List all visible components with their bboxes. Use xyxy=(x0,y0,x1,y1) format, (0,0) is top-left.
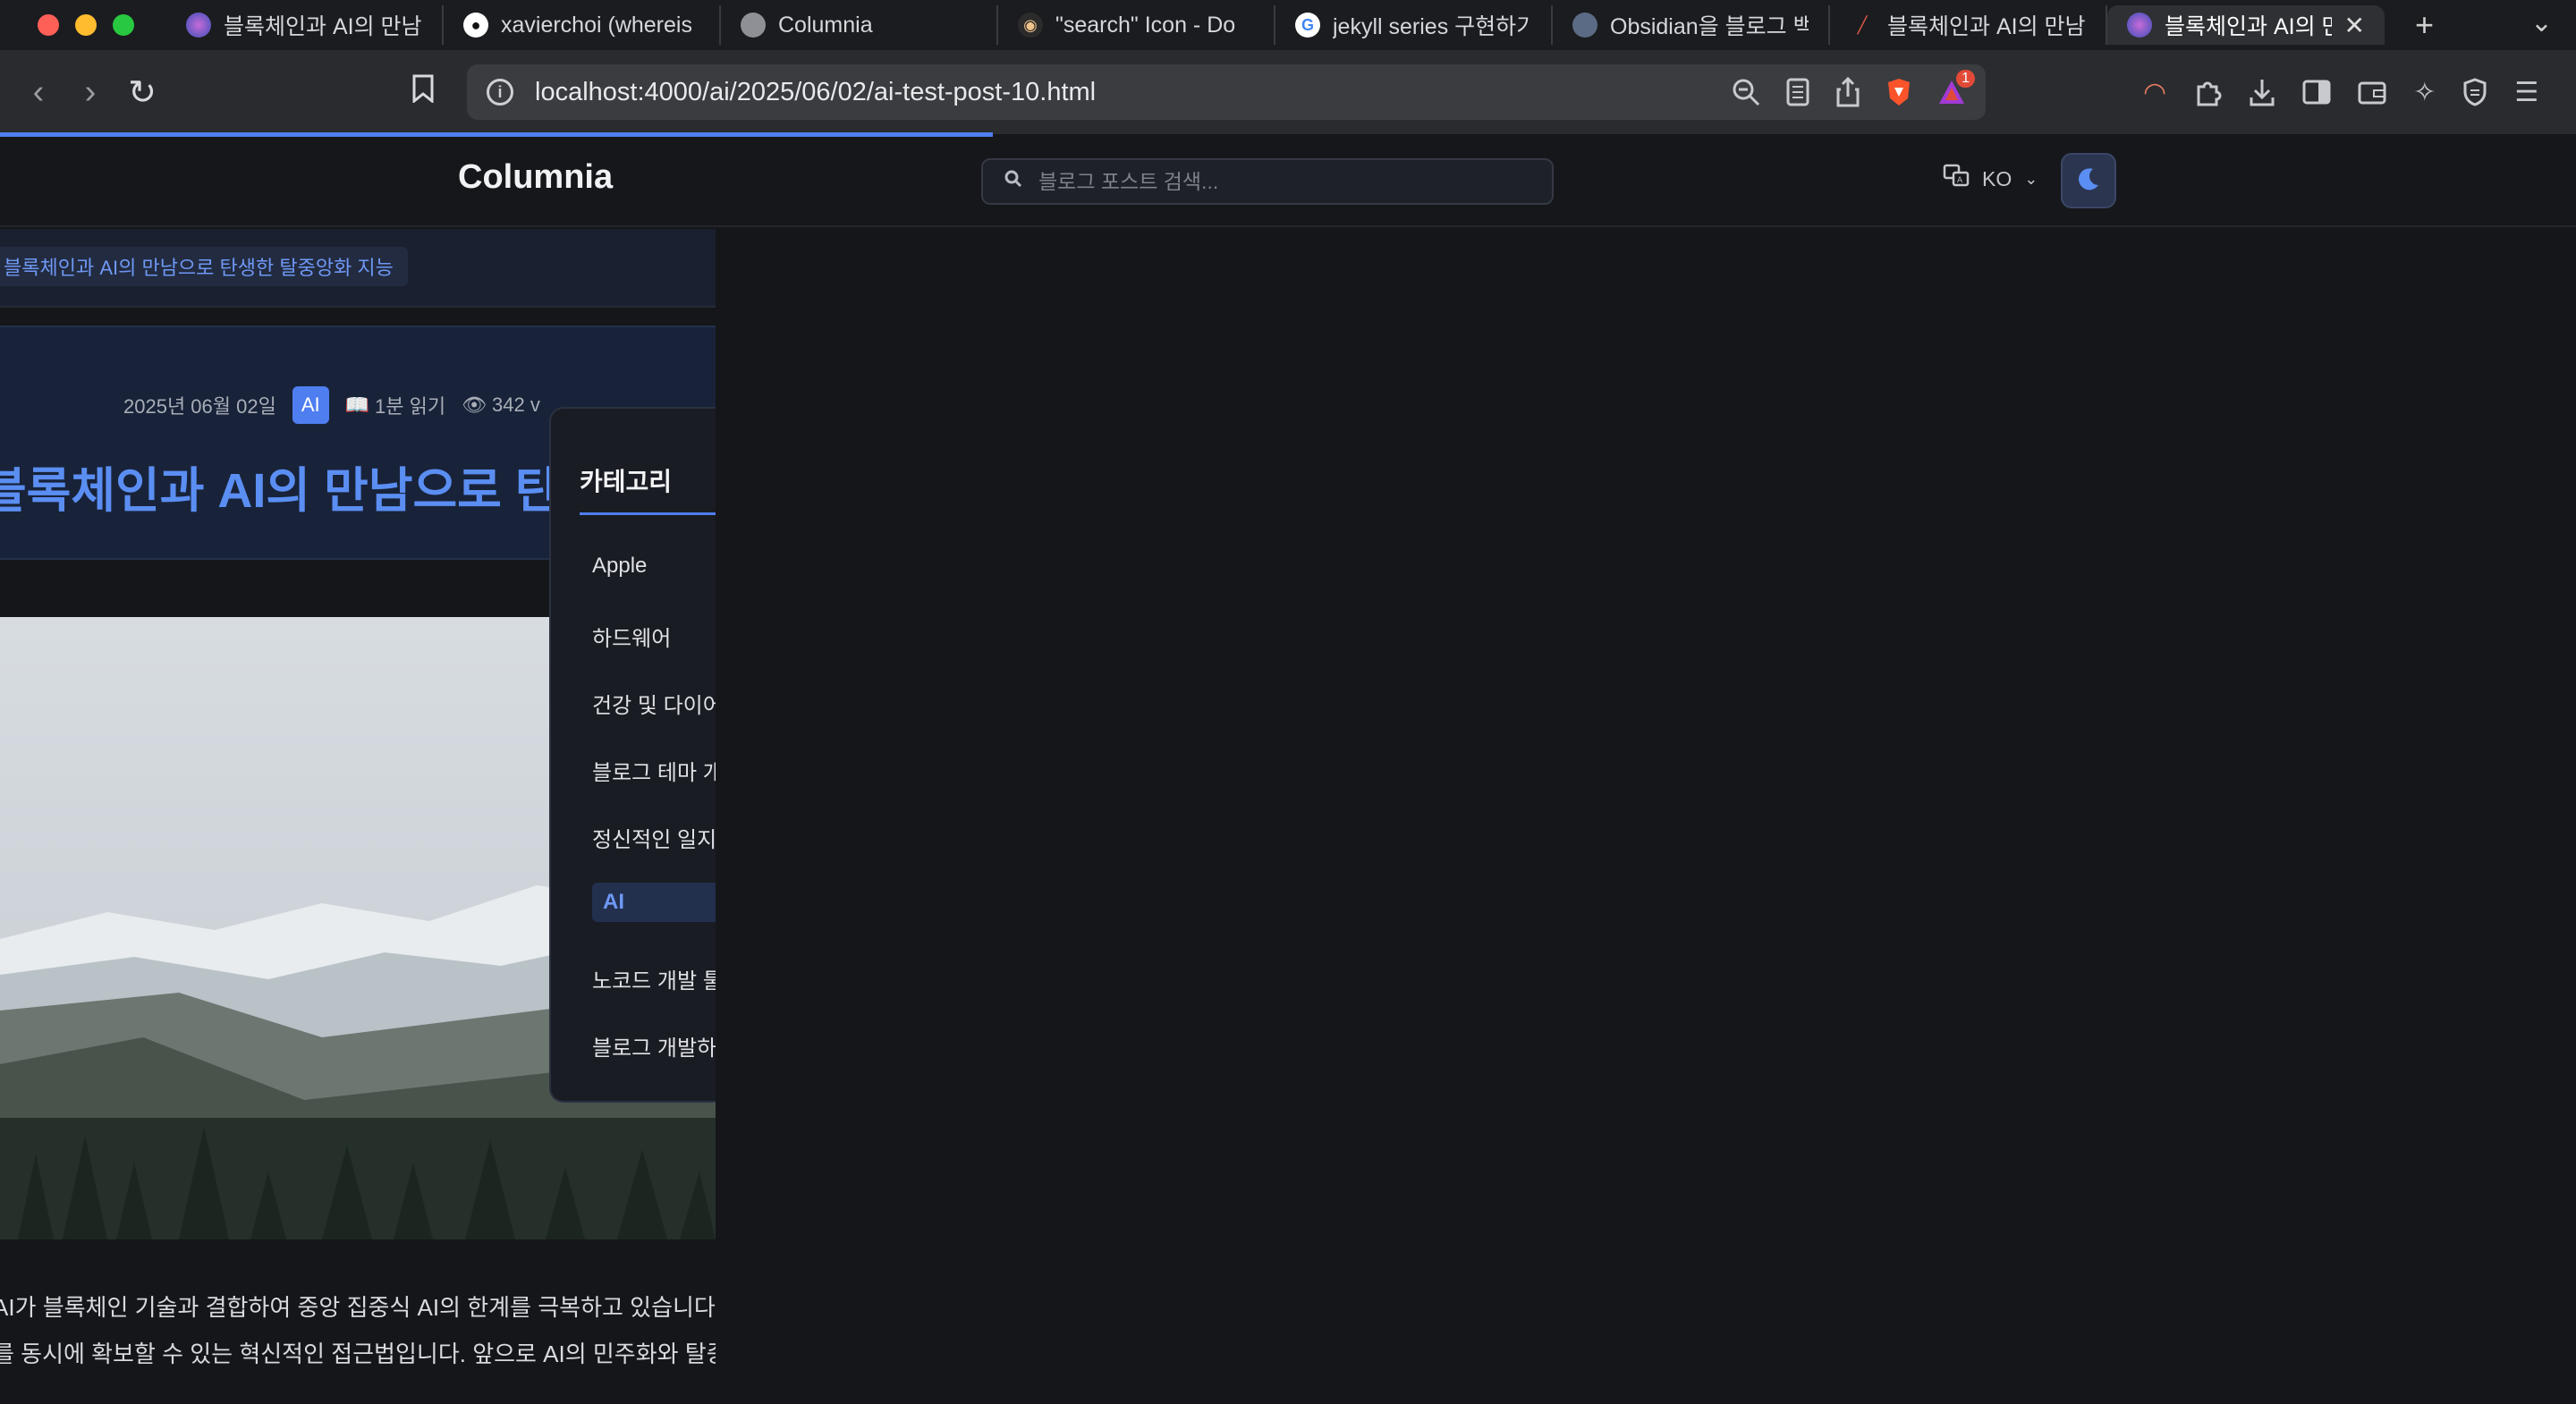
address-bar-icons: 1 xyxy=(1732,64,1975,120)
tab-title: jekyll series 구현하기 xyxy=(1333,14,1531,39)
category-dropdown-heading[interactable]: 카테고리 xyxy=(580,462,672,498)
browser-tab[interactable]: 블록체인과 AI의 만남으 xyxy=(166,5,444,45)
browser-tab[interactable]: G jekyll series 구현하기 xyxy=(1275,5,1553,45)
search-icon xyxy=(1004,170,1022,193)
post-date: 2025년 06월 02일 xyxy=(123,395,276,418)
tab-title: 블록체인과 AI의 만남으 xyxy=(224,14,422,39)
browser-tab[interactable]: ● xavierchoi (whereis xyxy=(444,5,721,45)
tab-title: 블록체인과 AI의 만남으 xyxy=(1887,14,2086,39)
brave-rewards-icon[interactable]: 1 xyxy=(1937,70,1975,106)
obsidian-icon xyxy=(1572,13,1597,38)
category-item-health[interactable]: 건강 및 다이어트 xyxy=(592,688,716,719)
web-page: Columnia A KO ⌄ 블록체인과 AI의 만남으로 탄생한 탈중앙화 … xyxy=(0,137,2576,1404)
pen-icon: ╱ xyxy=(1857,15,1868,34)
zoom-window-button[interactable] xyxy=(113,14,134,36)
notification-badge: 1 xyxy=(1956,70,1975,88)
post-body: AI가 블록체인 기술과 결합하여 중앙 집중식 AI의 한계를 극복하고 있습… xyxy=(0,1284,716,1377)
address-bar[interactable]: i localhost:4000/ai/2025/06/02/ai-test-p… xyxy=(467,64,1986,120)
category-item-hardware[interactable]: 하드웨어 xyxy=(592,621,671,652)
extensions-puzzle-icon[interactable] xyxy=(2193,78,2222,106)
globe-icon xyxy=(186,13,211,38)
post-body-line: 를 동시에 확보할 수 있는 혁신적인 접근법입니다. 앞으로 AI의 민주화와… xyxy=(0,1341,716,1367)
category-dropdown: 카테고리 Apple 하드웨어 건강 및 다이어트 블로그 테마 개발 정신적인… xyxy=(549,407,716,1103)
forward-icon[interactable]: › xyxy=(64,73,116,112)
menu-icon[interactable]: ☰ xyxy=(2514,77,2538,108)
breadcrumb[interactable]: 블록체인과 AI의 만남으로 탄생한 탈중앙화 지능 xyxy=(0,247,408,286)
search-box[interactable] xyxy=(981,158,1554,205)
svg-text:A: A xyxy=(1957,176,1963,185)
language-label: KO xyxy=(1982,166,2012,190)
main-content-viewport: 블록체인과 AI의 만남으로 탄생한 탈중앙화 지능 2025년 06월 02일… xyxy=(0,229,716,1404)
browser-tab-strip: 블록체인과 AI의 만남으 ● xavierchoi (whereis Colu… xyxy=(0,0,2576,50)
category-item-blog-theme[interactable]: 블로그 테마 개발 xyxy=(592,755,716,786)
tab-title: "search" Icon - Do xyxy=(1055,12,1236,38)
window-controls xyxy=(38,14,134,36)
browser-tab[interactable]: ╱ 블록체인과 AI의 만남으 xyxy=(1830,5,2107,45)
google-icon: G xyxy=(1295,13,1320,38)
reload-icon[interactable]: ↻ xyxy=(116,72,168,113)
read-time: 1분 읽기 xyxy=(375,395,446,418)
tab-title: xavierchoi (whereis xyxy=(501,12,692,38)
language-selector[interactable]: A KO ⌄ xyxy=(1943,164,2038,194)
url-text: localhost:4000/ai/2025/06/02/ai-test-pos… xyxy=(535,77,1097,106)
category-item-ai[interactable]: AI xyxy=(592,883,716,922)
share-icon[interactable] xyxy=(1835,77,1860,107)
moon-icon xyxy=(2075,165,2102,197)
site-logo[interactable]: Columnia xyxy=(458,158,613,197)
eye-icon: 👁 xyxy=(462,393,487,416)
site-info-icon[interactable]: i xyxy=(487,79,513,106)
globe-icon xyxy=(2127,13,2152,38)
download-icon[interactable] xyxy=(2249,78,2275,106)
extension-rainbow-icon[interactable]: ◠ xyxy=(2143,77,2166,108)
browser-toolbar: ‹ › ↻ i localhost:4000/ai/2025/06/02/ai-… xyxy=(0,50,2576,134)
browser-tab[interactable]: Columnia xyxy=(721,5,998,45)
brave-shield-icon[interactable] xyxy=(1885,77,1912,107)
site-header: Columnia A KO ⌄ xyxy=(0,137,2576,227)
tab-title: Obsidian을 블로그 백 xyxy=(1610,14,1809,39)
bookmark-icon[interactable] xyxy=(397,73,449,112)
minimize-window-button[interactable] xyxy=(75,14,97,36)
category-badge[interactable]: AI xyxy=(292,386,329,424)
zoom-out-icon[interactable] xyxy=(1732,78,1760,106)
theme-toggle-button[interactable] xyxy=(2061,153,2116,208)
breadcrumb-bar: 블록체인과 AI의 만남으로 탄생한 탈중앙화 지능 xyxy=(0,229,716,308)
globe-icon xyxy=(741,13,766,38)
book-icon: 📖 xyxy=(344,393,370,416)
sidebar-toggle-icon[interactable] xyxy=(2302,80,2331,105)
translate-icon: A xyxy=(1943,164,1970,194)
search-input[interactable] xyxy=(1038,169,1539,194)
view-count: 342 v xyxy=(492,393,540,416)
vpn-shield-icon[interactable] xyxy=(2462,78,2487,106)
category-item-apple[interactable]: Apple xyxy=(592,554,647,579)
browser-tab[interactable]: Obsidian을 블로그 백 xyxy=(1553,5,1830,45)
new-tab-button[interactable]: + xyxy=(2415,6,2434,44)
category-item-blog-dev[interactable]: 블로그 개발하기 xyxy=(592,1030,716,1061)
tab-title: 블록체인과 AI의 만남 xyxy=(2165,14,2332,39)
post-body-line: AI가 블록체인 기술과 결합하여 중앙 집중식 AI의 한계를 극복하고 있습… xyxy=(0,1294,716,1321)
category-item-nocode[interactable]: 노코드 개발 툴 xyxy=(592,963,716,994)
extension-icons: ◠ ✧ ☰ xyxy=(2143,50,2538,134)
close-window-button[interactable] xyxy=(38,14,59,36)
heading-underline xyxy=(580,512,716,515)
chevron-down-icon: ⌄ xyxy=(2024,169,2038,188)
back-icon[interactable]: ‹ xyxy=(13,73,64,112)
glyph-icon: ◉ xyxy=(1018,13,1043,38)
wallet-icon[interactable] xyxy=(2358,80,2386,105)
browser-tab[interactable]: ◉ "search" Icon - Do xyxy=(998,5,1275,45)
github-icon: ● xyxy=(463,13,488,38)
category-item-journal[interactable]: 정신적인 일지 xyxy=(592,822,716,853)
reader-mode-icon[interactable] xyxy=(1785,78,1810,106)
tab-list-chevron-icon[interactable]: ⌄ xyxy=(2530,7,2553,38)
leo-ai-icon[interactable]: ✧ xyxy=(2413,77,2436,108)
post-meta: 2025년 06월 02일 AI 📖 1분 읽기 👁 342 v xyxy=(123,386,540,424)
tab-title: Columnia xyxy=(778,12,873,38)
close-tab-icon[interactable]: ✕ xyxy=(2344,11,2365,40)
browser-tab-active[interactable]: 블록체인과 AI의 만남 ✕ xyxy=(2107,5,2385,45)
